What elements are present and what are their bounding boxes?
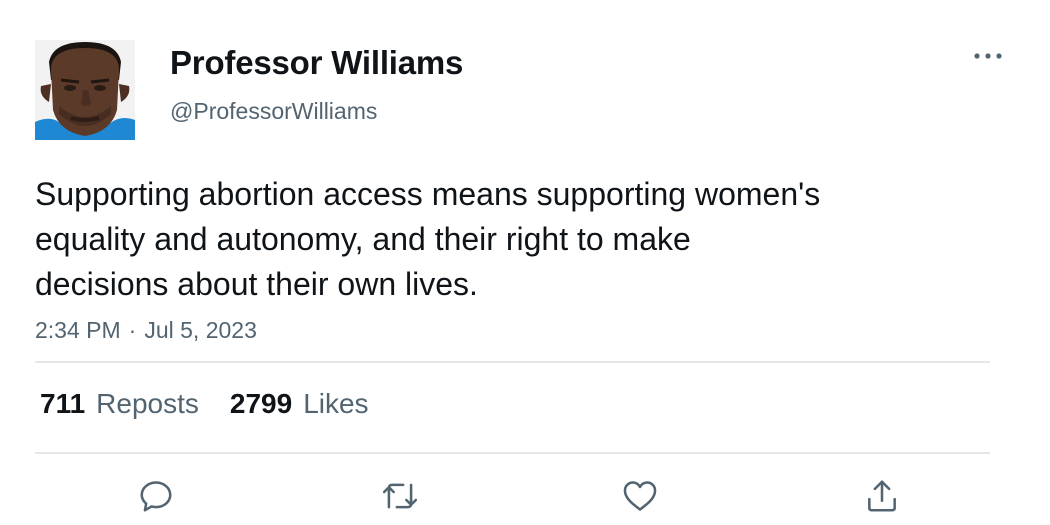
reposts-stat[interactable]: 711 Reposts	[40, 388, 199, 420]
reply-icon	[140, 481, 172, 512]
timestamp-separator: ·	[128, 317, 137, 343]
like-button[interactable]	[618, 474, 662, 518]
share-button[interactable]	[860, 474, 904, 518]
more-options-button[interactable]	[968, 44, 1008, 68]
more-horizontal-icon	[974, 53, 1002, 59]
tweet-time: 2:34 PM	[35, 317, 121, 343]
tweet-timestamp[interactable]: 2:34 PM · Jul 5, 2023	[35, 317, 257, 344]
repost-button[interactable]	[378, 474, 422, 518]
tweet-card: Professor Williams @ProfessorWilliams Su…	[0, 0, 1050, 525]
tweet-date: Jul 5, 2023	[144, 317, 257, 343]
divider	[35, 361, 990, 363]
reply-button[interactable]	[134, 474, 178, 518]
likes-count: 2799	[229, 388, 293, 419]
reposts-count: 711	[40, 388, 86, 419]
share-icon	[868, 480, 896, 512]
divider	[35, 452, 990, 454]
author-display-name[interactable]: Professor Williams	[170, 44, 463, 82]
likes-stat[interactable]: 2799 Likes	[230, 388, 369, 420]
engagement-stats: 711 Reposts 2799 Likes	[40, 388, 400, 420]
avatar[interactable]	[35, 40, 135, 140]
heart-icon	[623, 481, 657, 511]
reposts-label: Reposts	[96, 388, 199, 419]
avatar-photo	[35, 40, 135, 140]
tweet-text: Supporting abortion access means support…	[35, 176, 821, 302]
author-handle[interactable]: @ProfessorWilliams	[170, 98, 377, 125]
repost-icon	[382, 483, 418, 509]
likes-label: Likes	[303, 388, 369, 419]
